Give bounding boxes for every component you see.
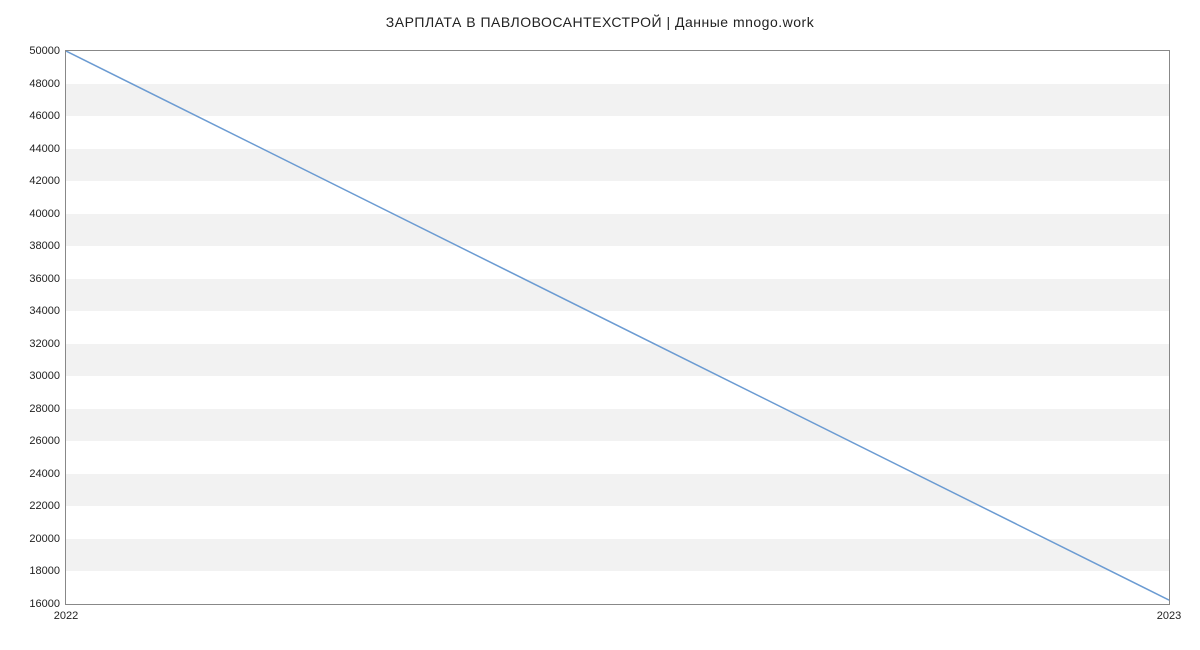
chart-title: ЗАРПЛАТА В ПАВЛОВОСАНТЕХСТРОЙ | Данные m…: [0, 0, 1200, 30]
y-tick-label: 46000: [29, 110, 60, 122]
grid-band: [66, 506, 1169, 539]
y-tick-label: 42000: [29, 175, 60, 187]
y-tick-label: 24000: [29, 468, 60, 480]
grid-band: [66, 149, 1169, 182]
y-tick-label: 44000: [29, 143, 60, 155]
grid-band: [66, 246, 1169, 279]
grid-band: [66, 376, 1169, 409]
y-tick-label: 16000: [29, 598, 60, 610]
grid-band: [66, 181, 1169, 214]
y-tick-label: 40000: [29, 208, 60, 220]
y-tick-label: 26000: [29, 435, 60, 447]
grid-band: [66, 539, 1169, 572]
grid-band: [66, 116, 1169, 149]
y-tick-label: 28000: [29, 403, 60, 415]
y-tick-label: 20000: [29, 533, 60, 545]
grid-band: [66, 571, 1169, 604]
y-tick-label: 32000: [29, 338, 60, 350]
grid-band: [66, 474, 1169, 507]
plot-area: 1600018000200002200024000260002800030000…: [65, 50, 1170, 605]
grid-band: [66, 84, 1169, 117]
grid-band: [66, 409, 1169, 442]
y-tick-label: 22000: [29, 500, 60, 512]
grid-band: [66, 441, 1169, 474]
y-tick-label: 48000: [29, 78, 60, 90]
grid-band: [66, 344, 1169, 377]
y-tick-label: 36000: [29, 273, 60, 285]
grid-band: [66, 214, 1169, 247]
x-tick-label: 2023: [1157, 610, 1181, 622]
grid-band: [66, 311, 1169, 344]
y-tick-label: 34000: [29, 305, 60, 317]
y-tick-label: 38000: [29, 240, 60, 252]
chart-container: ЗАРПЛАТА В ПАВЛОВОСАНТЕХСТРОЙ | Данные m…: [0, 0, 1200, 650]
y-tick-label: 30000: [29, 370, 60, 382]
grid-band: [66, 51, 1169, 84]
grid-band: [66, 279, 1169, 312]
x-tick-label: 2022: [54, 610, 78, 622]
y-tick-label: 50000: [29, 45, 60, 57]
y-tick-label: 18000: [29, 565, 60, 577]
